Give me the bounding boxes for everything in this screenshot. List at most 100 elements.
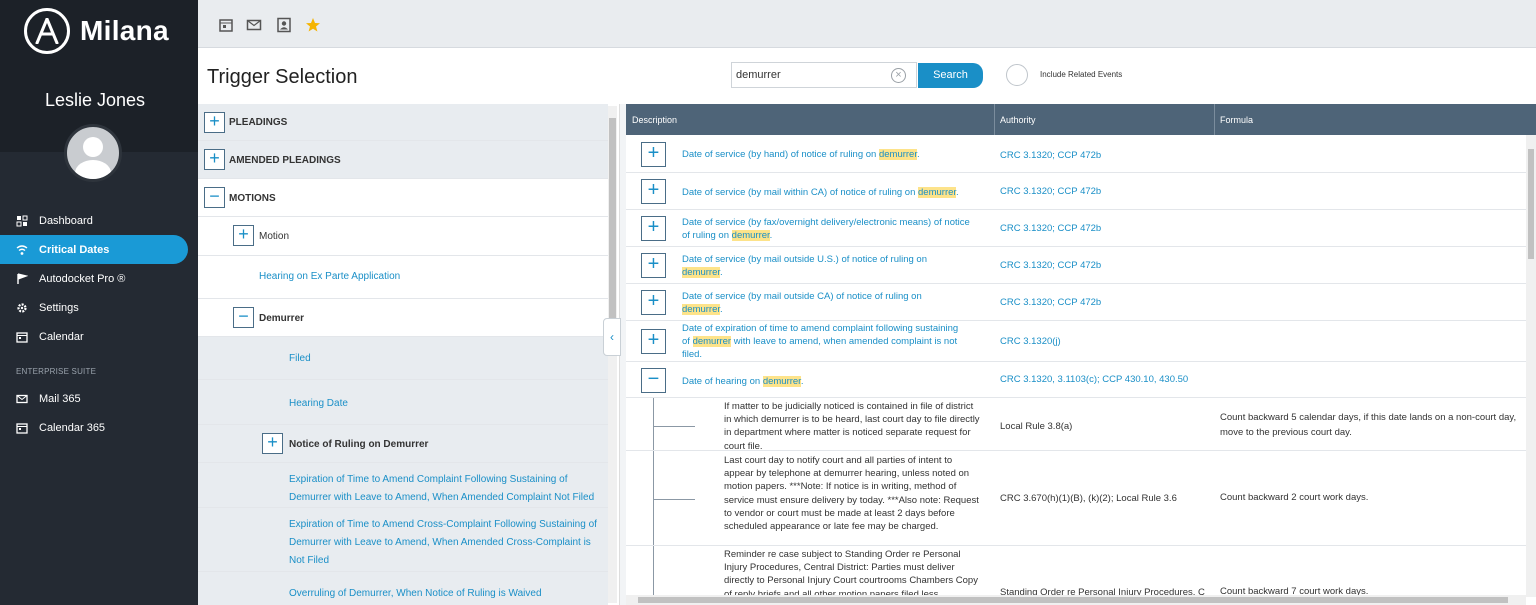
app-name: Milana (80, 15, 169, 46)
row-authority[interactable]: CRC 3.1320, 3.1103(c); CCP 430.10, 430.5… (1000, 374, 1188, 385)
row-description[interactable]: Date of expiration of time to amend comp… (682, 322, 962, 361)
tree-node-label[interactable]: Hearing Date (289, 398, 348, 409)
tree-node-filed[interactable]: Filed (198, 337, 608, 380)
tree-node-label: Notice of Ruling on Demurrer (289, 439, 429, 450)
table-row[interactable]: + Date of service (by fax/overnight deli… (626, 210, 1526, 247)
search-input[interactable]: demurrer (731, 62, 917, 88)
row-description[interactable]: Date of service (by mail outside CA) of … (682, 290, 950, 316)
collapse-panel-button[interactable]: ‹ (603, 318, 621, 356)
row-description[interactable]: Date of service (by hand) of notice of r… (682, 148, 982, 161)
expand-icon[interactable]: + (204, 149, 225, 170)
subrow-authority: Standing Order re Personal Injury Proced… (1000, 587, 1205, 595)
tree-node-hearing-date[interactable]: Hearing Date (198, 380, 608, 425)
page-header: Trigger Selection demurrer × Search Incl… (198, 48, 1536, 104)
mail-icon[interactable] (246, 17, 262, 33)
tree-node-overruling[interactable]: Overruling of Demurrer, When Notice of R… (198, 572, 608, 605)
row-authority[interactable]: CRC 3.1320; CCP 472b (1000, 150, 1101, 161)
table-row[interactable]: − Date of hearing on demurrer. CRC 3.132… (626, 362, 1526, 398)
expand-row-icon[interactable]: + (641, 179, 666, 204)
collapse-icon[interactable]: − (204, 187, 225, 208)
nav-item-autodocket[interactable]: Autodocket Pro ® (0, 264, 198, 293)
column-header-formula[interactable]: Formula (1220, 115, 1253, 125)
row-description[interactable]: Date of service (by mail within CA) of n… (682, 186, 982, 199)
tree-node-expiration-amend-complaint[interactable]: Expiration of Time to Amend Complaint Fo… (198, 463, 608, 508)
nav-item-critical-dates[interactable]: Critical Dates (0, 235, 188, 264)
tree-node-label-line: Demurrer with Leave to Amend, When Amend… (289, 537, 591, 548)
avatar[interactable] (64, 124, 122, 182)
search-highlight: demurrer (682, 304, 721, 315)
column-header-description[interactable]: Description (632, 115, 677, 125)
nav-item-calendar[interactable]: Calendar (0, 322, 198, 351)
table-row[interactable]: Reminder re case subject to Standing Ord… (626, 546, 1526, 595)
nav-item-mail-365[interactable]: Mail 365 (0, 384, 198, 413)
nav-label: Calendar 365 (39, 421, 106, 434)
table-row[interactable]: + Date of service (by hand) of notice of… (626, 135, 1526, 173)
tree-node-expiration-amend-cross-complaint[interactable]: Expiration of Time to Amend Cross-Compla… (198, 508, 608, 572)
include-related-events-toggle[interactable] (1006, 64, 1028, 86)
tree-node-label[interactable]: Filed (289, 353, 311, 364)
nav-item-calendar-365[interactable]: Calendar 365 (0, 413, 198, 442)
tree-node-motions[interactable]: − MOTIONS (198, 179, 608, 217)
tree-node-label[interactable]: Expiration of Time to Amend Complaint Fo… (289, 471, 594, 507)
table-row[interactable]: + Date of expiration of time to amend co… (626, 321, 1526, 362)
row-authority[interactable]: CRC 3.1320(j) (1000, 336, 1061, 347)
grid-header: Description Authority Formula (626, 104, 1536, 135)
search-highlight: demurrer (878, 149, 917, 160)
row-description[interactable]: Date of service (by fax/overnight delive… (682, 216, 972, 242)
expand-row-icon[interactable]: + (641, 329, 666, 354)
table-row[interactable]: + Date of service (by mail within CA) of… (626, 173, 1526, 210)
row-description[interactable]: Date of service (by mail outside U.S.) o… (682, 253, 950, 279)
gear-icon (17, 302, 27, 313)
expand-row-icon[interactable]: + (641, 142, 666, 167)
expand-row-icon[interactable]: + (641, 253, 666, 278)
tree-node-demurrer[interactable]: − Demurrer (198, 299, 608, 337)
scrollbar-thumb[interactable] (638, 597, 1508, 603)
app: Milana Leslie Jones Dashboard Critical D… (0, 0, 1536, 605)
clear-search-icon[interactable]: × (891, 68, 906, 83)
column-header-authority[interactable]: Authority (1000, 115, 1036, 125)
row-authority[interactable]: CRC 3.1320; CCP 472b (1000, 260, 1101, 271)
scrollbar-thumb[interactable] (1528, 149, 1534, 259)
tree-node-label[interactable]: Hearing on Ex Parte Application (259, 271, 400, 282)
row-authority[interactable]: CRC 3.1320; CCP 472b (1000, 297, 1101, 308)
nav-label: Critical Dates (39, 243, 110, 256)
table-row[interactable]: + Date of service (by mail outside CA) o… (626, 284, 1526, 321)
table-row[interactable]: Last court day to notify court and all p… (626, 451, 1526, 546)
app-logo[interactable]: Milana (24, 8, 169, 54)
grid-horizontal-scrollbar[interactable] (626, 595, 1526, 605)
subrow-formula: Count backward 2 court work days. (1220, 492, 1369, 503)
nav-label: Autodocket Pro ® (39, 272, 126, 285)
table-row[interactable]: If matter to be judicially noticed is co… (626, 398, 1526, 452)
collapse-row-icon[interactable]: − (641, 368, 666, 393)
nav-item-settings[interactable]: Settings (0, 293, 198, 322)
tree-node-label[interactable]: Overruling of Demurrer, When Notice of R… (289, 588, 542, 599)
tree-node-amended-pleadings[interactable]: + AMENDED PLEADINGS (198, 141, 608, 179)
table-row[interactable]: + Date of service (by mail outside U.S.)… (626, 247, 1526, 284)
expand-icon[interactable]: + (204, 112, 225, 133)
search-button[interactable]: Search (918, 63, 983, 88)
tree-node-notice-of-ruling[interactable]: + Notice of Ruling on Demurrer (198, 425, 608, 463)
tree-node-motion[interactable]: + Motion (198, 217, 608, 256)
tree-node-label: PLEADINGS (229, 117, 288, 128)
expand-row-icon[interactable]: + (641, 216, 666, 241)
grid-vertical-scrollbar[interactable] (1526, 135, 1536, 597)
expand-icon[interactable]: + (262, 433, 283, 454)
calendar-icon[interactable] (218, 17, 234, 33)
tree-node-pleadings[interactable]: + PLEADINGS (198, 104, 608, 141)
row-authority[interactable]: CRC 3.1320; CCP 472b (1000, 186, 1101, 197)
subrow-formula: Count backward 5 calendar days, if this … (1220, 412, 1517, 438)
nav-item-dashboard[interactable]: Dashboard (0, 206, 198, 235)
row-description[interactable]: Date of hearing on demurrer. (682, 375, 982, 388)
row-authority[interactable]: CRC 3.1320; CCP 472b (1000, 223, 1101, 234)
collapse-icon[interactable]: − (233, 307, 254, 328)
tree-node-hearing-ex-parte[interactable]: Hearing on Ex Parte Application (198, 256, 608, 299)
top-toolbar (198, 0, 1536, 48)
contact-icon[interactable] (276, 17, 292, 33)
scrollbar-thumb[interactable] (609, 118, 616, 318)
star-icon[interactable] (305, 17, 321, 33)
toggle-label: Include Related Events (1040, 70, 1123, 79)
expand-icon[interactable]: + (233, 225, 254, 246)
expand-row-icon[interactable]: + (641, 290, 666, 315)
tree-node-label[interactable]: Expiration of Time to Amend Cross-Compla… (289, 516, 597, 570)
tree-node-label: AMENDED PLEADINGS (229, 155, 341, 166)
